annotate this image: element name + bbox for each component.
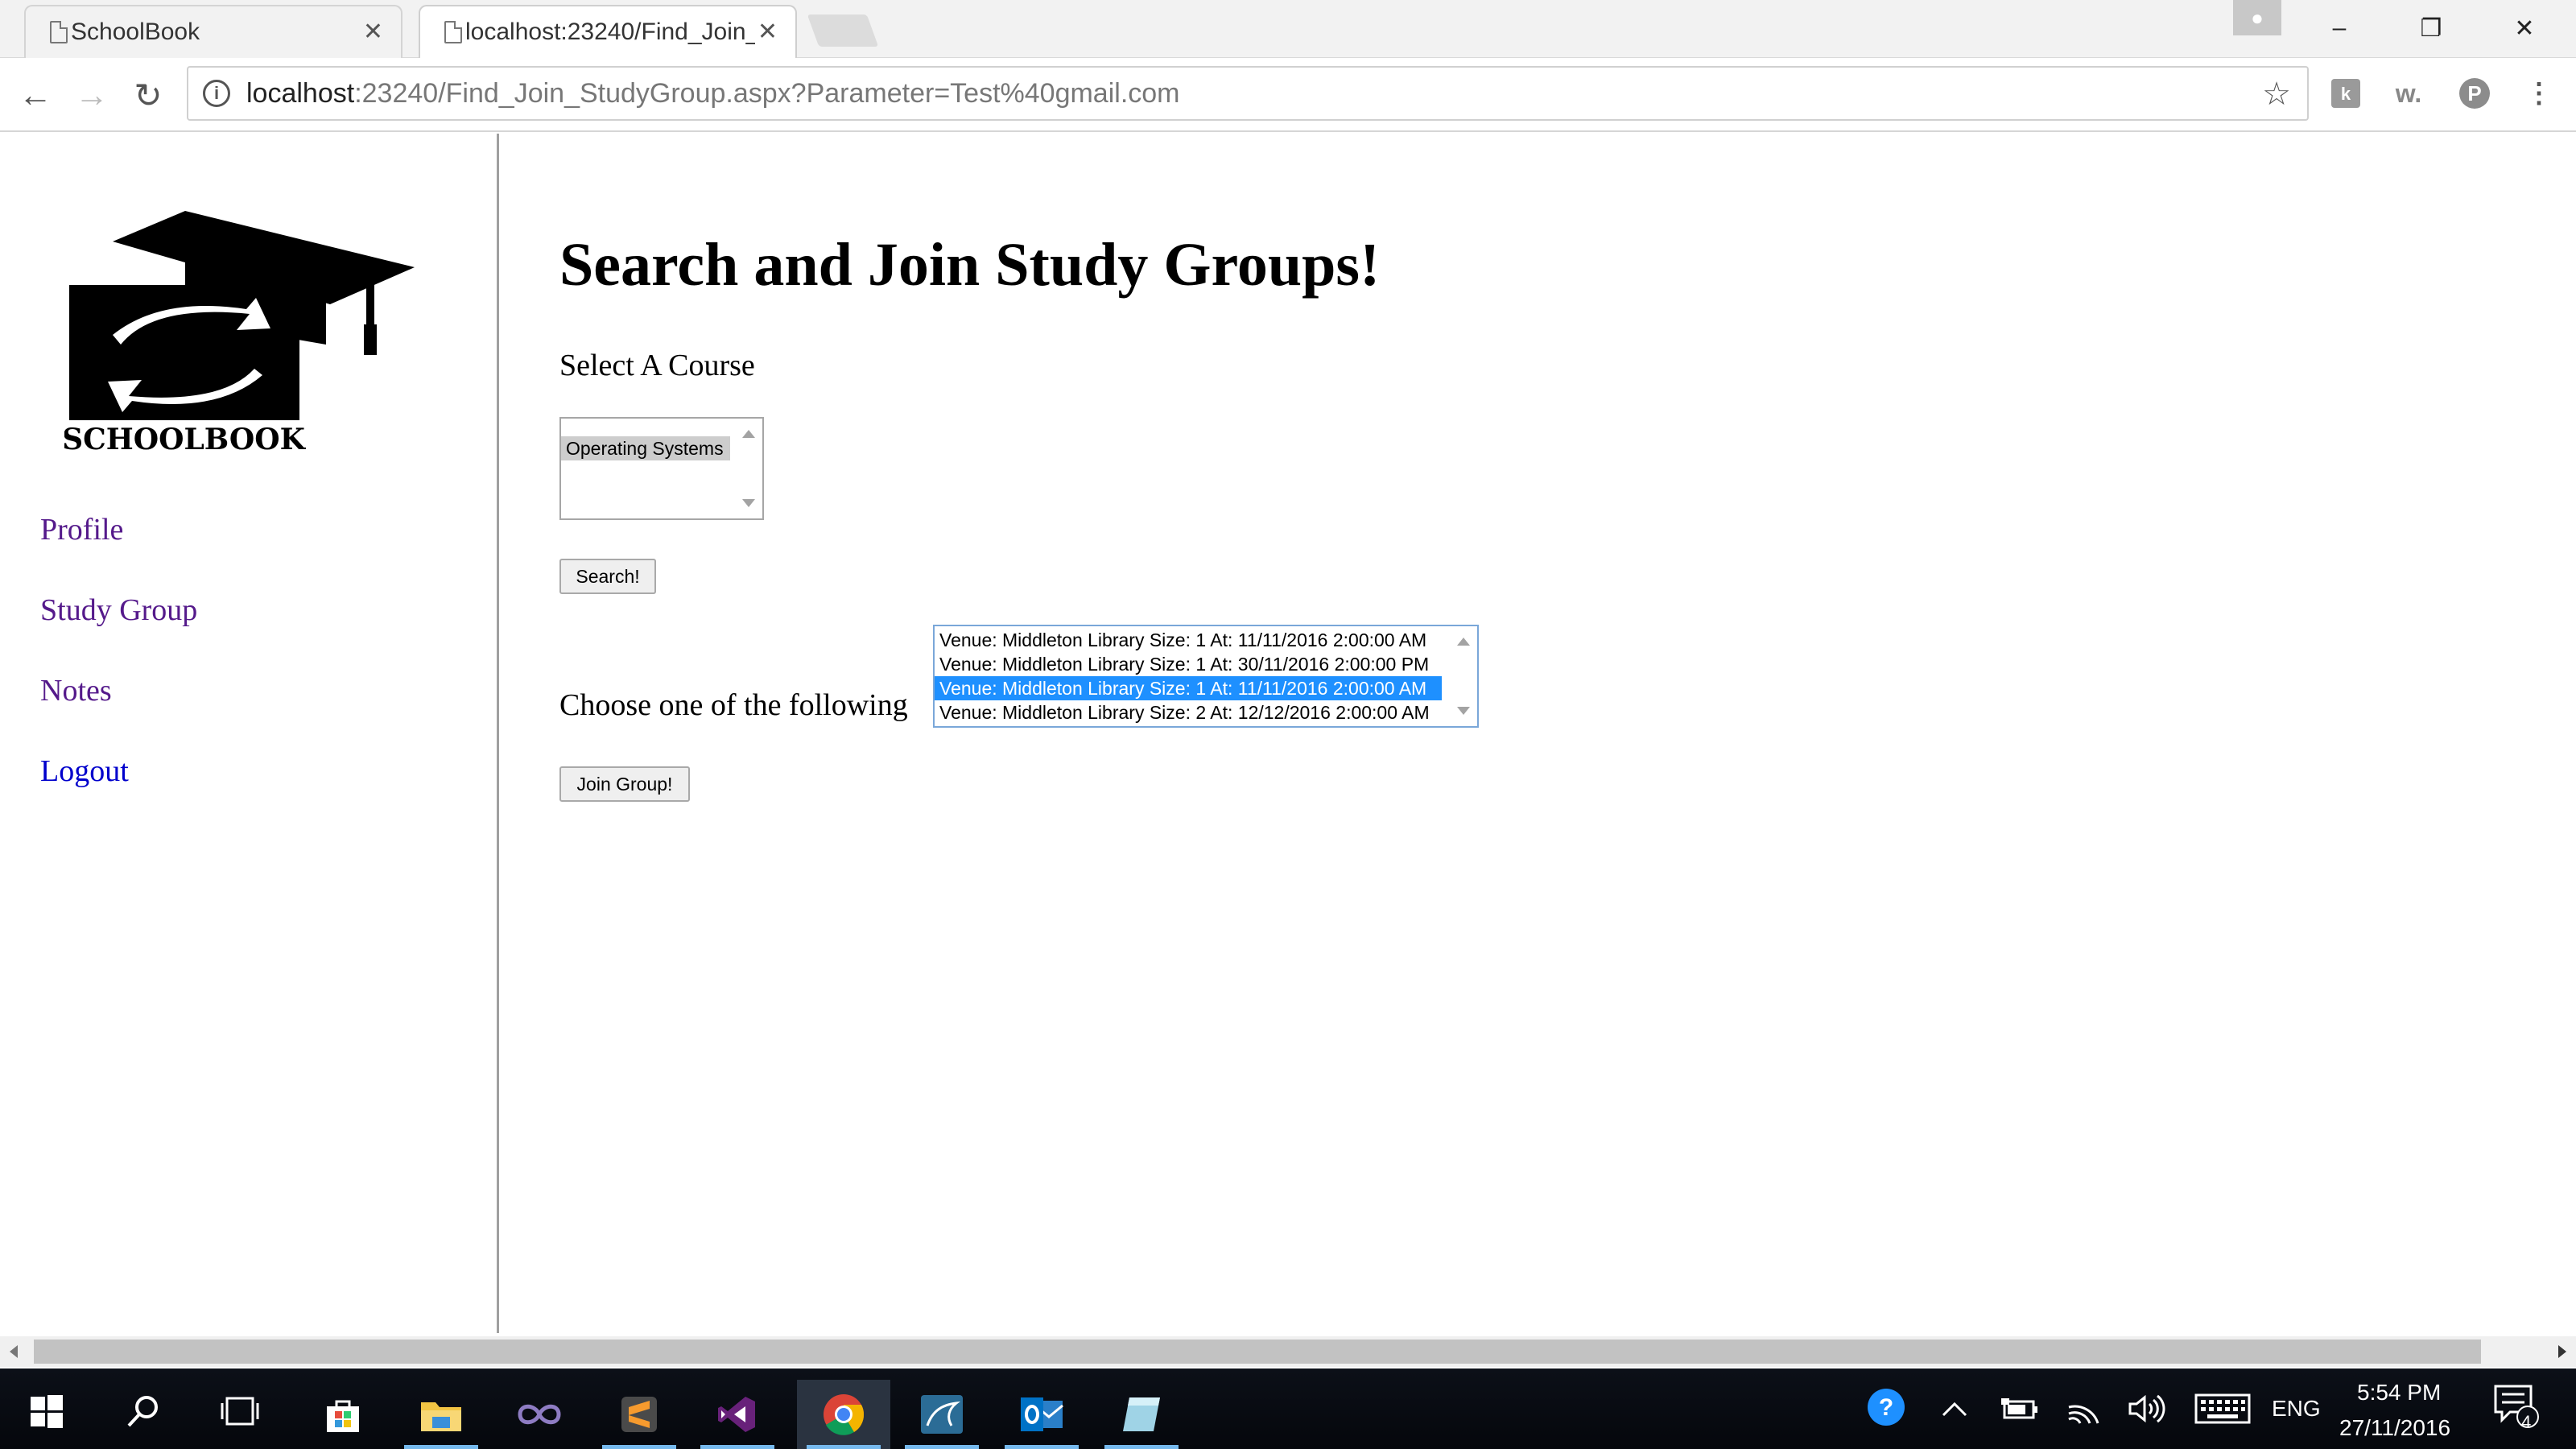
scroll-right-icon[interactable]	[2558, 1345, 2566, 1358]
info-icon[interactable]: i	[203, 80, 230, 107]
course-option[interactable]: Operating Systems	[561, 436, 730, 460]
reload-icon[interactable]: ↻	[124, 71, 172, 119]
back-arrow-icon[interactable]: ←	[11, 71, 60, 119]
web-page: SCHOOLBOOK Profile Study Group Notes Log…	[0, 134, 2576, 1341]
restore-button[interactable]: ❐	[2399, 8, 2463, 48]
tab-label: localhost:23240/Find_Join_StudyGroup.asp…	[465, 19, 755, 45]
browser-toolbar: ← → ↻ i localhost:23240/Find_Join_StudyG…	[0, 58, 2576, 132]
schoolbook-logo[interactable]: SCHOOLBOOK	[62, 208, 419, 457]
listbox-scrollbar[interactable]	[735, 419, 762, 518]
tab-schoolbook[interactable]: SchoolBook ✕	[24, 5, 402, 58]
visual-studio-team-icon[interactable]	[493, 1380, 586, 1449]
keyboard-icon[interactable]	[2194, 1391, 2251, 1426]
nav-link-logout[interactable]: Logout	[40, 753, 129, 789]
clock-date[interactable]: 27/11/2016	[2339, 1415, 2450, 1441]
wifi-icon[interactable]	[2066, 1391, 2101, 1426]
mysql-workbench-icon[interactable]	[895, 1380, 989, 1449]
outlook-icon[interactable]	[995, 1380, 1088, 1449]
wordtune-extension-icon[interactable]: w.	[2388, 72, 2429, 114]
menu-icon[interactable]: ⋮	[2518, 72, 2560, 114]
svg-text:P: P	[2467, 81, 2481, 105]
forward-arrow-icon[interactable]: →	[68, 71, 116, 119]
close-window-button[interactable]: ✕	[2492, 8, 2557, 48]
scroll-up-icon[interactable]	[1457, 638, 1470, 646]
pinterest-extension-icon[interactable]: P	[2454, 72, 2496, 114]
group-option[interactable]: Venue: Middleton Library Size: 2 At: 12/…	[935, 700, 1442, 724]
tab-find-join[interactable]: localhost:23240/Find_Join_StudyGroup.asp…	[419, 5, 797, 58]
page-icon	[50, 21, 68, 43]
battery-icon[interactable]	[2000, 1391, 2038, 1426]
scrollbar-thumb[interactable]	[34, 1340, 2481, 1364]
address-bar[interactable]: i localhost:23240/Find_Join_StudyGroup.a…	[187, 66, 2309, 121]
tab-label: SchoolBook	[71, 19, 200, 45]
logo-text: SCHOOLBOOK	[64, 423, 307, 456]
language-indicator[interactable]: ENG	[2272, 1396, 2321, 1422]
horizontal-scrollbar[interactable]	[0, 1336, 2576, 1367]
join-group-button[interactable]: Join Group!	[559, 766, 690, 802]
browser-titlebar: SchoolBook ✕ localhost:23240/Find_Join_S…	[0, 0, 2576, 58]
scroll-up-icon[interactable]	[742, 430, 755, 438]
sublime-text-icon[interactable]	[592, 1380, 686, 1449]
search-button[interactable]: Search!	[559, 559, 656, 594]
group-listbox[interactable]: Venue: Middleton Library Size: 1 At: 11/…	[933, 625, 1479, 728]
sidebar: SCHOOLBOOK Profile Study Group Notes Log…	[0, 134, 499, 1333]
nav-link-profile[interactable]: Profile	[40, 512, 123, 547]
listbox-scrollbar[interactable]	[1450, 626, 1477, 726]
visual-studio-icon[interactable]	[691, 1380, 784, 1449]
course-listbox[interactable]: Operating Systems	[559, 417, 764, 520]
clock-time[interactable]: 5:54 PM	[2357, 1380, 2441, 1406]
svg-text:?: ?	[1879, 1394, 1893, 1421]
windows-start-icon[interactable]	[0, 1377, 93, 1446]
minimize-button[interactable]: –	[2307, 8, 2372, 48]
notes-app-icon[interactable]	[1095, 1380, 1188, 1449]
new-tab-button[interactable]	[807, 14, 879, 47]
scroll-left-icon[interactable]	[10, 1345, 18, 1358]
group-option[interactable]: Venue: Middleton Library Size: 1 At: 30/…	[935, 652, 1442, 676]
group-option[interactable]: Venue: Middleton Library Size: 1 At: 11/…	[935, 628, 1442, 652]
task-view-icon[interactable]	[193, 1377, 287, 1446]
page-icon	[444, 21, 462, 43]
close-icon[interactable]: ✕	[758, 18, 778, 46]
scroll-down-icon[interactable]	[1457, 707, 1470, 715]
bookmark-star-icon[interactable]: ☆	[2262, 76, 2291, 113]
page-title: Search and Join Study Groups!	[559, 231, 1381, 299]
file-explorer-icon[interactable]	[394, 1380, 488, 1449]
group-option-selected[interactable]: Venue: Middleton Library Size: 1 At: 11/…	[935, 676, 1442, 700]
extension-icon[interactable]: k	[2325, 72, 2367, 114]
store-icon[interactable]	[296, 1380, 390, 1449]
chevron-up-icon[interactable]	[1940, 1391, 1969, 1426]
help-icon[interactable]: ?	[1866, 1389, 1906, 1426]
svg-text:k: k	[2341, 84, 2351, 104]
scroll-down-icon[interactable]	[742, 499, 755, 507]
close-icon[interactable]: ✕	[363, 18, 383, 46]
notification-count: 4	[2521, 1412, 2532, 1432]
chrome-icon[interactable]	[797, 1380, 890, 1449]
url-text: localhost:23240/Find_Join_StudyGroup.asp…	[246, 77, 1180, 109]
taskbar: ? ENG 5:54 PM 27/11/2016 4	[0, 1368, 2576, 1449]
profile-button[interactable]: ●	[2233, 0, 2281, 35]
choose-label: Choose one of the following	[559, 688, 908, 722]
person-icon: ●	[2251, 5, 2264, 30]
notification-center-icon[interactable]: 4	[2492, 1385, 2541, 1432]
volume-icon[interactable]	[2127, 1391, 2167, 1426]
nav-link-notes[interactable]: Notes	[40, 673, 112, 708]
nav-link-study-group[interactable]: Study Group	[40, 592, 197, 628]
select-course-label: Select A Course	[559, 349, 755, 382]
search-icon[interactable]	[97, 1377, 190, 1446]
